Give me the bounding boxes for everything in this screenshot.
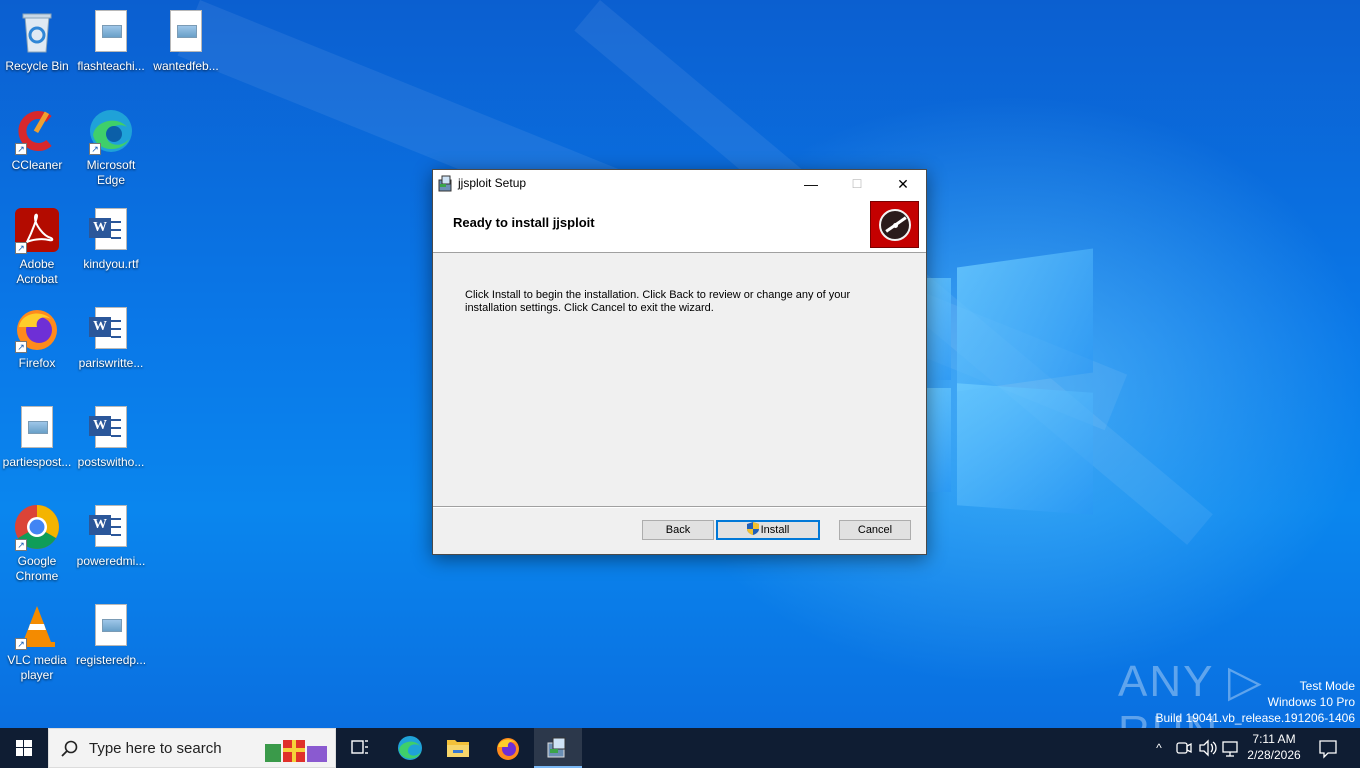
install-button-label: Install xyxy=(760,524,790,536)
task-view-icon xyxy=(351,740,368,754)
installer-icon xyxy=(438,175,452,192)
taskbar: Type here to search ^ 7:11 AM 2/28/2026 xyxy=(0,728,1360,768)
desktop-icon-flashteachi[interactable]: flashteachi... xyxy=(74,8,148,74)
camera-icon xyxy=(1176,742,1192,754)
desktop-icon-label: postswitho... xyxy=(77,455,145,469)
desktop-icon-label: Recycle Bin xyxy=(5,59,69,73)
cancel-button[interactable]: Cancel xyxy=(839,520,911,540)
windows-edition: Windows 10 Pro xyxy=(1267,695,1355,709)
edge-icon: ↗ xyxy=(87,107,135,155)
word-doc-icon: W xyxy=(87,305,135,353)
search-icon xyxy=(61,740,78,757)
desktop-icon-label: partiespost... xyxy=(2,455,72,469)
desktop-icon-edge[interactable]: ↗ Microsoft Edge xyxy=(74,107,148,188)
test-mode-info: Test Mode Windows 10 Pro Build 19041.vb_… xyxy=(1156,678,1356,726)
folder-icon xyxy=(447,740,469,757)
word-doc-icon: W xyxy=(87,404,135,452)
tray-meet-now[interactable] xyxy=(1172,728,1196,768)
image-file-icon xyxy=(87,602,135,650)
close-button[interactable]: ✕ xyxy=(880,170,926,199)
firefox-icon: ↗ xyxy=(13,305,61,353)
taskbar-edge[interactable] xyxy=(386,728,434,768)
chrome-icon: ↗ xyxy=(13,503,61,551)
show-hidden-icons-button[interactable]: ^ xyxy=(1148,728,1170,768)
task-view-button[interactable] xyxy=(336,728,384,768)
desktop-icon-label: VLC media player xyxy=(7,653,67,682)
ccleaner-icon: ↗ xyxy=(13,107,61,155)
desktop-icon-label: Firefox xyxy=(18,356,56,370)
firefox-icon xyxy=(497,738,519,760)
minimize-button[interactable]: — xyxy=(788,170,834,199)
taskbar-search-input[interactable]: Type here to search xyxy=(48,728,336,768)
desktop-icon-ccleaner[interactable]: ↗ CCleaner xyxy=(0,107,74,173)
search-placeholder: Type here to search xyxy=(89,740,222,757)
notification-icon xyxy=(1319,740,1337,759)
desktop-icon-vlc[interactable]: ↗ VLC media player xyxy=(0,602,74,683)
taskbar-clock[interactable]: 7:11 AM 2/28/2026 xyxy=(1240,731,1308,763)
clock-date: 2/28/2026 xyxy=(1247,748,1301,762)
desktop-icon-postswitho[interactable]: W postswitho... xyxy=(74,404,148,470)
desktop-icon-label: Microsoft Edge xyxy=(86,158,136,187)
desktop-icon-label: Google Chrome xyxy=(15,554,59,583)
setup-window: jjsploit Setup — ☐ ✕ Ready to install jj… xyxy=(432,169,927,555)
desktop-icon-label: wantedfeb... xyxy=(153,59,219,73)
image-file-icon xyxy=(162,8,210,56)
back-button[interactable]: Back xyxy=(642,520,714,540)
desktop-icon-poweredmi[interactable]: W poweredmi... xyxy=(74,503,148,569)
taskbar-firefox[interactable] xyxy=(484,728,532,768)
setup-banner-disc-icon xyxy=(870,201,919,248)
window-titlebar[interactable]: jjsploit Setup — ☐ ✕ xyxy=(433,170,926,199)
desktop-icon-label: kindyou.rtf xyxy=(83,257,139,271)
desktop-icon-recycle-bin[interactable]: Recycle Bin xyxy=(0,8,74,74)
taskbar-setup-active[interactable] xyxy=(534,728,582,768)
start-button[interactable] xyxy=(0,728,48,768)
build-string: Build 19041.vb_release.191206-1406 xyxy=(1155,711,1356,725)
desktop-icon-label: CCleaner xyxy=(11,158,63,172)
image-file-icon xyxy=(13,404,61,452)
desktop-icon-acrobat[interactable]: ↗ Adobe Acrobat xyxy=(0,206,74,287)
chevron-up-icon: ^ xyxy=(1156,741,1162,755)
installer-icon xyxy=(547,737,566,758)
desktop-icon-label: Adobe Acrobat xyxy=(16,257,58,286)
wizard-header: Ready to install jjsploit xyxy=(433,199,926,253)
desktop-icon-wantedfeb[interactable]: wantedfeb... xyxy=(149,8,223,74)
desktop-icon-chrome[interactable]: ↗ Google Chrome xyxy=(0,503,74,584)
recycle-bin-icon xyxy=(13,8,61,56)
desktop-icon-label: flashteachi... xyxy=(77,59,145,73)
test-mode-label: Test Mode xyxy=(1299,679,1355,693)
wizard-heading: Ready to install jjsploit xyxy=(453,215,595,230)
word-doc-icon: W xyxy=(87,503,135,551)
search-highlight-gifts-icon xyxy=(265,740,327,762)
install-button[interactable]: Install xyxy=(716,520,820,540)
acrobat-icon: ↗ xyxy=(13,206,61,254)
desktop-icon-kindyou[interactable]: W kindyou.rtf xyxy=(74,206,148,272)
network-button[interactable] xyxy=(1220,728,1242,768)
desktop-icon-label: pariswritte... xyxy=(78,356,144,370)
desktop-icon-label: poweredmi... xyxy=(76,554,146,568)
clock-time: 7:11 AM xyxy=(1252,732,1296,746)
volume-button[interactable] xyxy=(1196,728,1220,768)
word-doc-icon: W xyxy=(87,206,135,254)
uac-shield-icon xyxy=(746,522,759,535)
desktop-icon-label: registeredp... xyxy=(76,653,147,667)
maximize-button: ☐ xyxy=(851,177,863,191)
edge-icon xyxy=(398,736,422,760)
network-icon xyxy=(1222,741,1238,757)
image-file-icon xyxy=(87,8,135,56)
vlc-icon: ↗ xyxy=(13,602,61,650)
desktop-icon-pariswritte[interactable]: W pariswritte... xyxy=(74,305,148,371)
desktop-icon-partiespost[interactable]: partiespost... xyxy=(0,404,74,470)
desktop-icon-firefox[interactable]: ↗ Firefox xyxy=(0,305,74,371)
window-title: jjsploit Setup xyxy=(458,176,527,190)
windows-logo-icon xyxy=(16,740,32,756)
footer-divider xyxy=(433,506,926,508)
notifications-button[interactable] xyxy=(1312,728,1344,768)
speaker-icon xyxy=(1199,739,1217,757)
wizard-instructions: Click Install to begin the installation.… xyxy=(465,289,851,314)
taskbar-file-explorer[interactable] xyxy=(434,728,482,768)
desktop-icon-registeredp[interactable]: registeredp... xyxy=(74,602,148,668)
